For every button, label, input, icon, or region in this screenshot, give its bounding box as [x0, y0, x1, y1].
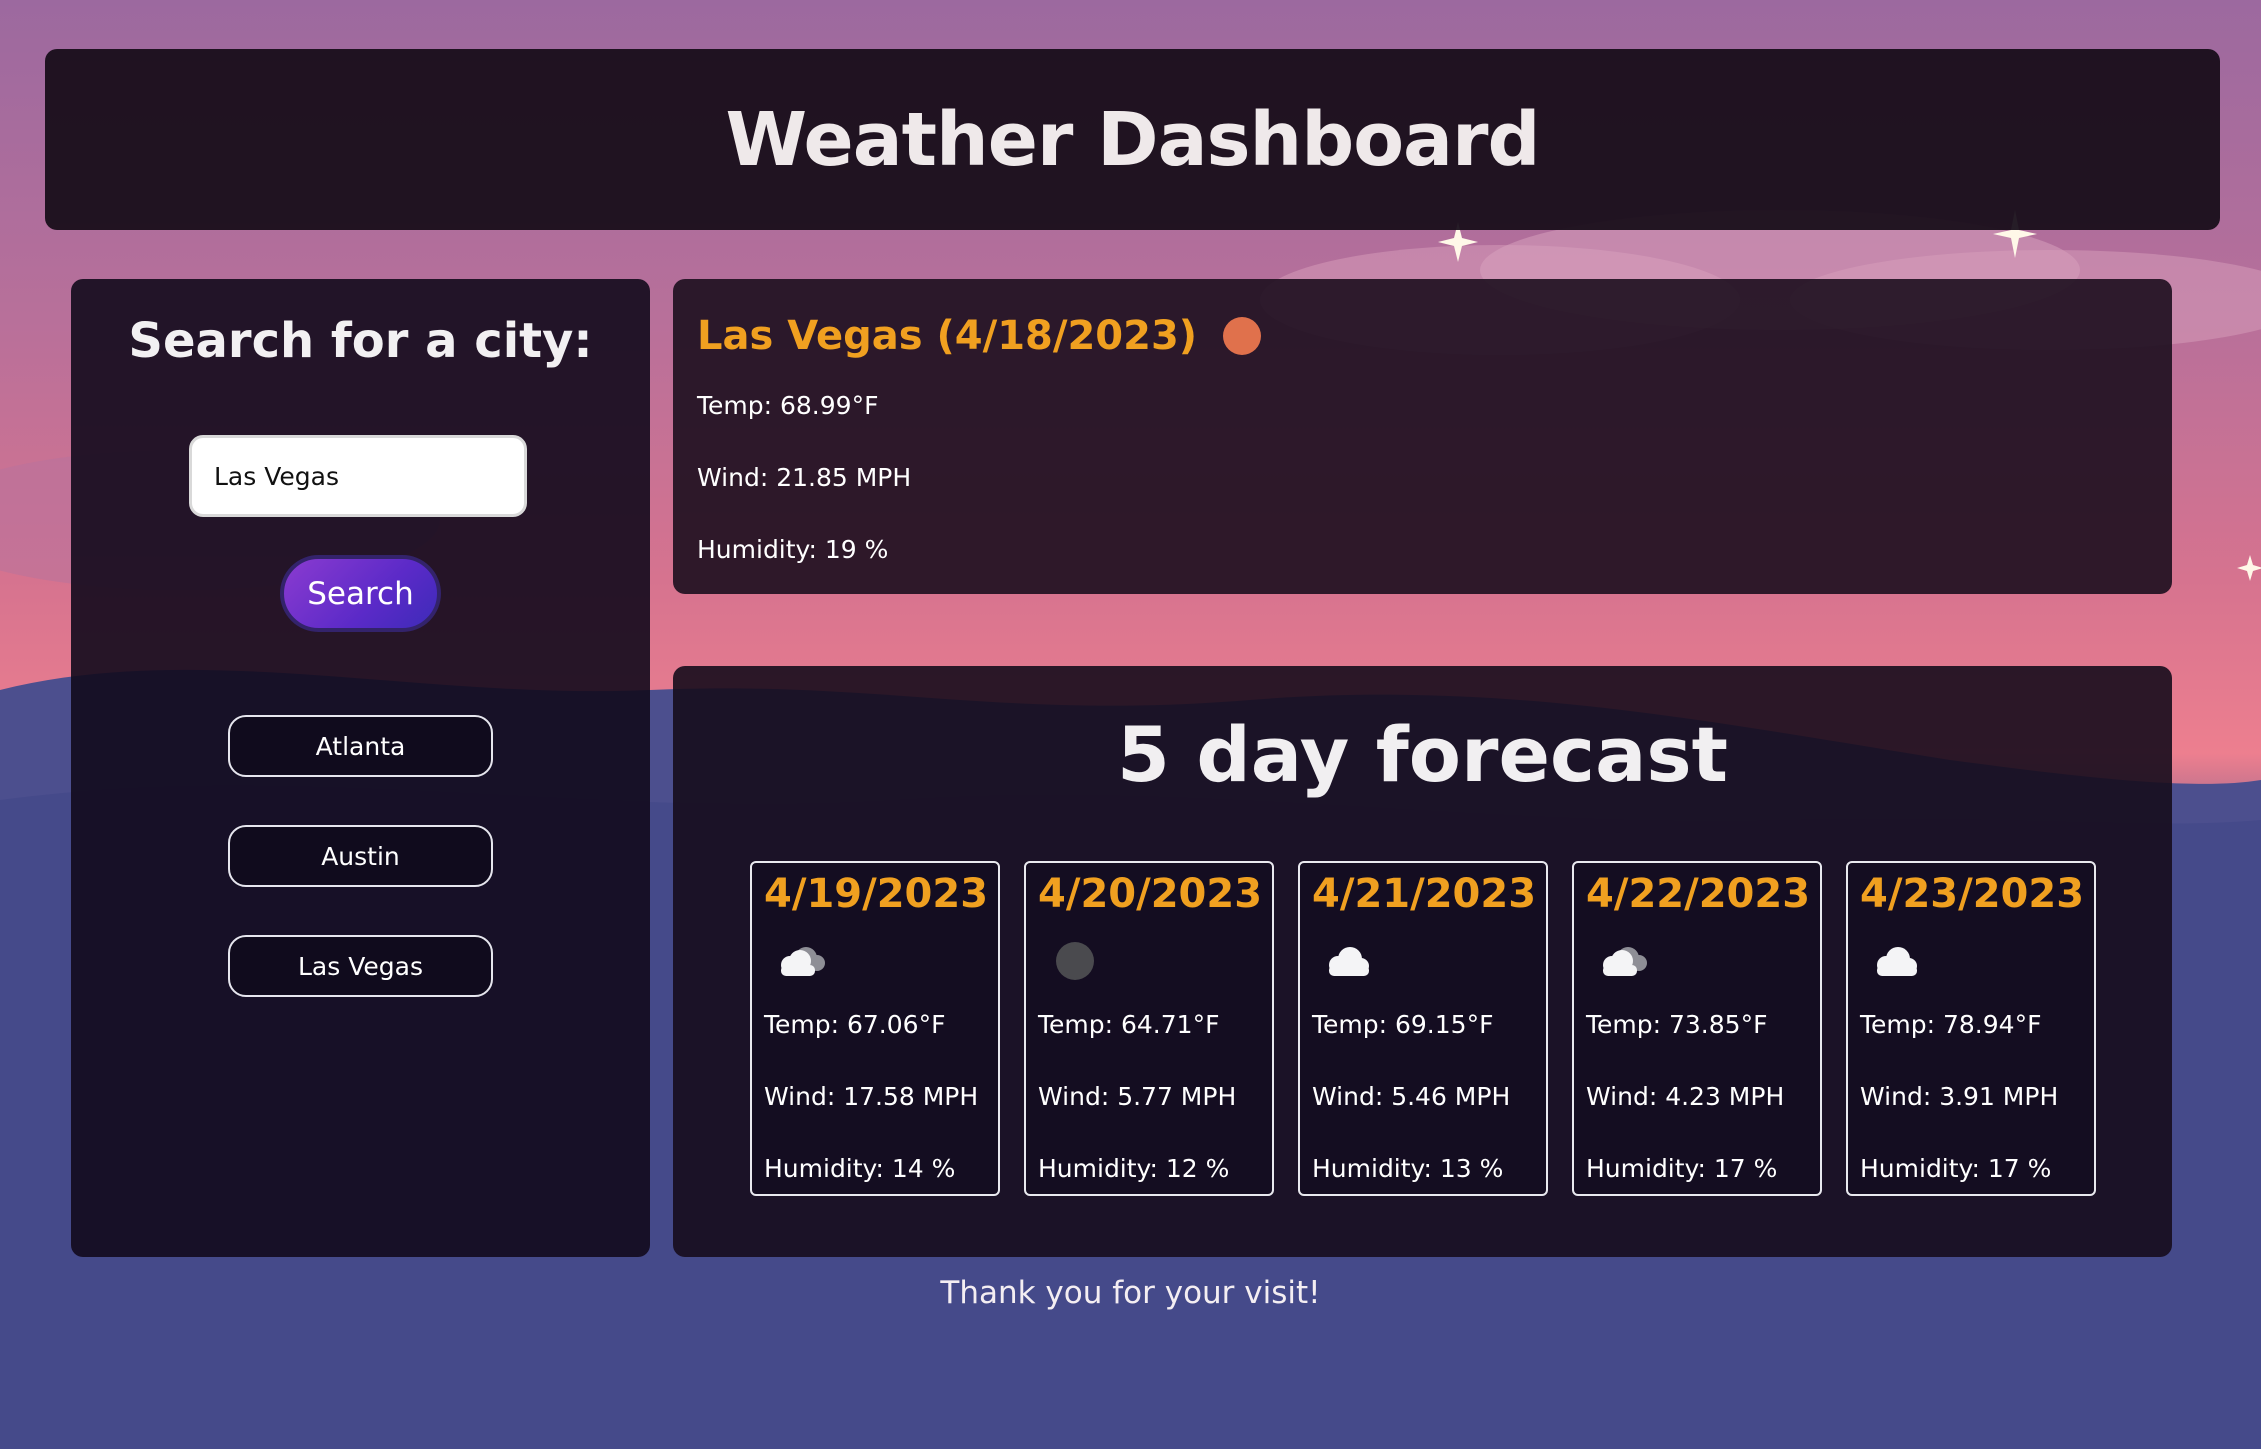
forecast-card: 4/22/2023 Temp: 73.85°F Wind: 4.23 MPH H… [1572, 861, 1822, 1196]
forecast-humidity: Humidity: 17 % [1586, 1154, 1778, 1183]
forecast-date: 4/19/2023 [764, 871, 989, 917]
forecast-card: 4/21/2023 Temp: 69.15°F Wind: 5.46 MPH H… [1298, 861, 1548, 1196]
forecast-date: 4/21/2023 [1312, 871, 1537, 917]
page-title: Weather Dashboard [725, 96, 1541, 183]
forecast-wind: Wind: 5.77 MPH [1038, 1082, 1237, 1111]
forecast-date: 4/20/2023 [1038, 871, 1263, 917]
footer-message: Thank you for your visit! [940, 1275, 1321, 1311]
cloud-partial-icon [781, 947, 825, 976]
forecast-card: 4/19/2023 Temp: 67.06°F Wind: 17.58 MPH … [750, 861, 1000, 1196]
search-heading: Search for a city: [128, 313, 593, 369]
forecast-temp: Temp: 67.06°F [764, 1010, 946, 1039]
forecast-humidity: Humidity: 13 % [1312, 1154, 1504, 1183]
forecast-wind: Wind: 17.58 MPH [764, 1082, 979, 1111]
header-bar: Weather Dashboard [45, 49, 2220, 230]
forecast-temp: Temp: 69.15°F [1312, 1010, 1494, 1039]
sun-icon [1223, 317, 1262, 355]
forecast-temp: Temp: 73.85°F [1586, 1010, 1768, 1039]
current-weather-panel: Las Vegas (4/18/2023) Temp: 68.99°F Wind… [673, 279, 2172, 594]
forecast-card: 4/23/2023 Temp: 78.94°F Wind: 3.91 MPH H… [1846, 861, 2096, 1196]
forecast-wind: Wind: 3.91 MPH [1860, 1082, 2059, 1111]
history-button-austin[interactable]: Austin [228, 825, 493, 887]
forecast-date: 4/22/2023 [1586, 871, 1811, 917]
city-search-input[interactable] [189, 435, 527, 517]
cloud-icon [1329, 947, 1369, 976]
forecast-temp: Temp: 64.71°F [1038, 1010, 1220, 1039]
forecast-card: 4/20/2023 Temp: 64.71°F Wind: 5.77 MPH H… [1024, 861, 1274, 1196]
forecast-panel: 5 day forecast 4/19/2023 Temp: 67.06°F W… [673, 666, 2172, 1257]
forecast-humidity: Humidity: 12 % [1038, 1154, 1230, 1183]
clear-night-icon [1056, 942, 1094, 980]
forecast-temp: Temp: 78.94°F [1860, 1010, 2042, 1039]
forecast-wind: Wind: 5.46 MPH [1312, 1082, 1511, 1111]
current-city-date: Las Vegas (4/18/2023) [697, 313, 1198, 359]
cloud-icon [1877, 947, 1917, 976]
current-weather-title: Las Vegas (4/18/2023) [697, 313, 1262, 359]
forecast-humidity: Humidity: 17 % [1860, 1154, 2052, 1183]
history-button-atlanta[interactable]: Atlanta [228, 715, 493, 777]
current-wind: Wind: 21.85 MPH [697, 463, 912, 492]
search-panel: Search for a city: Search Atlanta Austin… [71, 279, 650, 1257]
forecast-heading: 5 day forecast [1117, 710, 1728, 799]
current-temp: Temp: 68.99°F [697, 391, 879, 420]
current-humidity: Humidity: 19 % [697, 535, 889, 564]
cloud-partial-icon [1603, 947, 1647, 976]
forecast-humidity: Humidity: 14 % [764, 1154, 956, 1183]
history-button-las-vegas[interactable]: Las Vegas [228, 935, 493, 997]
forecast-wind: Wind: 4.23 MPH [1586, 1082, 1785, 1111]
search-button[interactable]: Search [280, 555, 441, 632]
forecast-date: 4/23/2023 [1860, 871, 2085, 917]
